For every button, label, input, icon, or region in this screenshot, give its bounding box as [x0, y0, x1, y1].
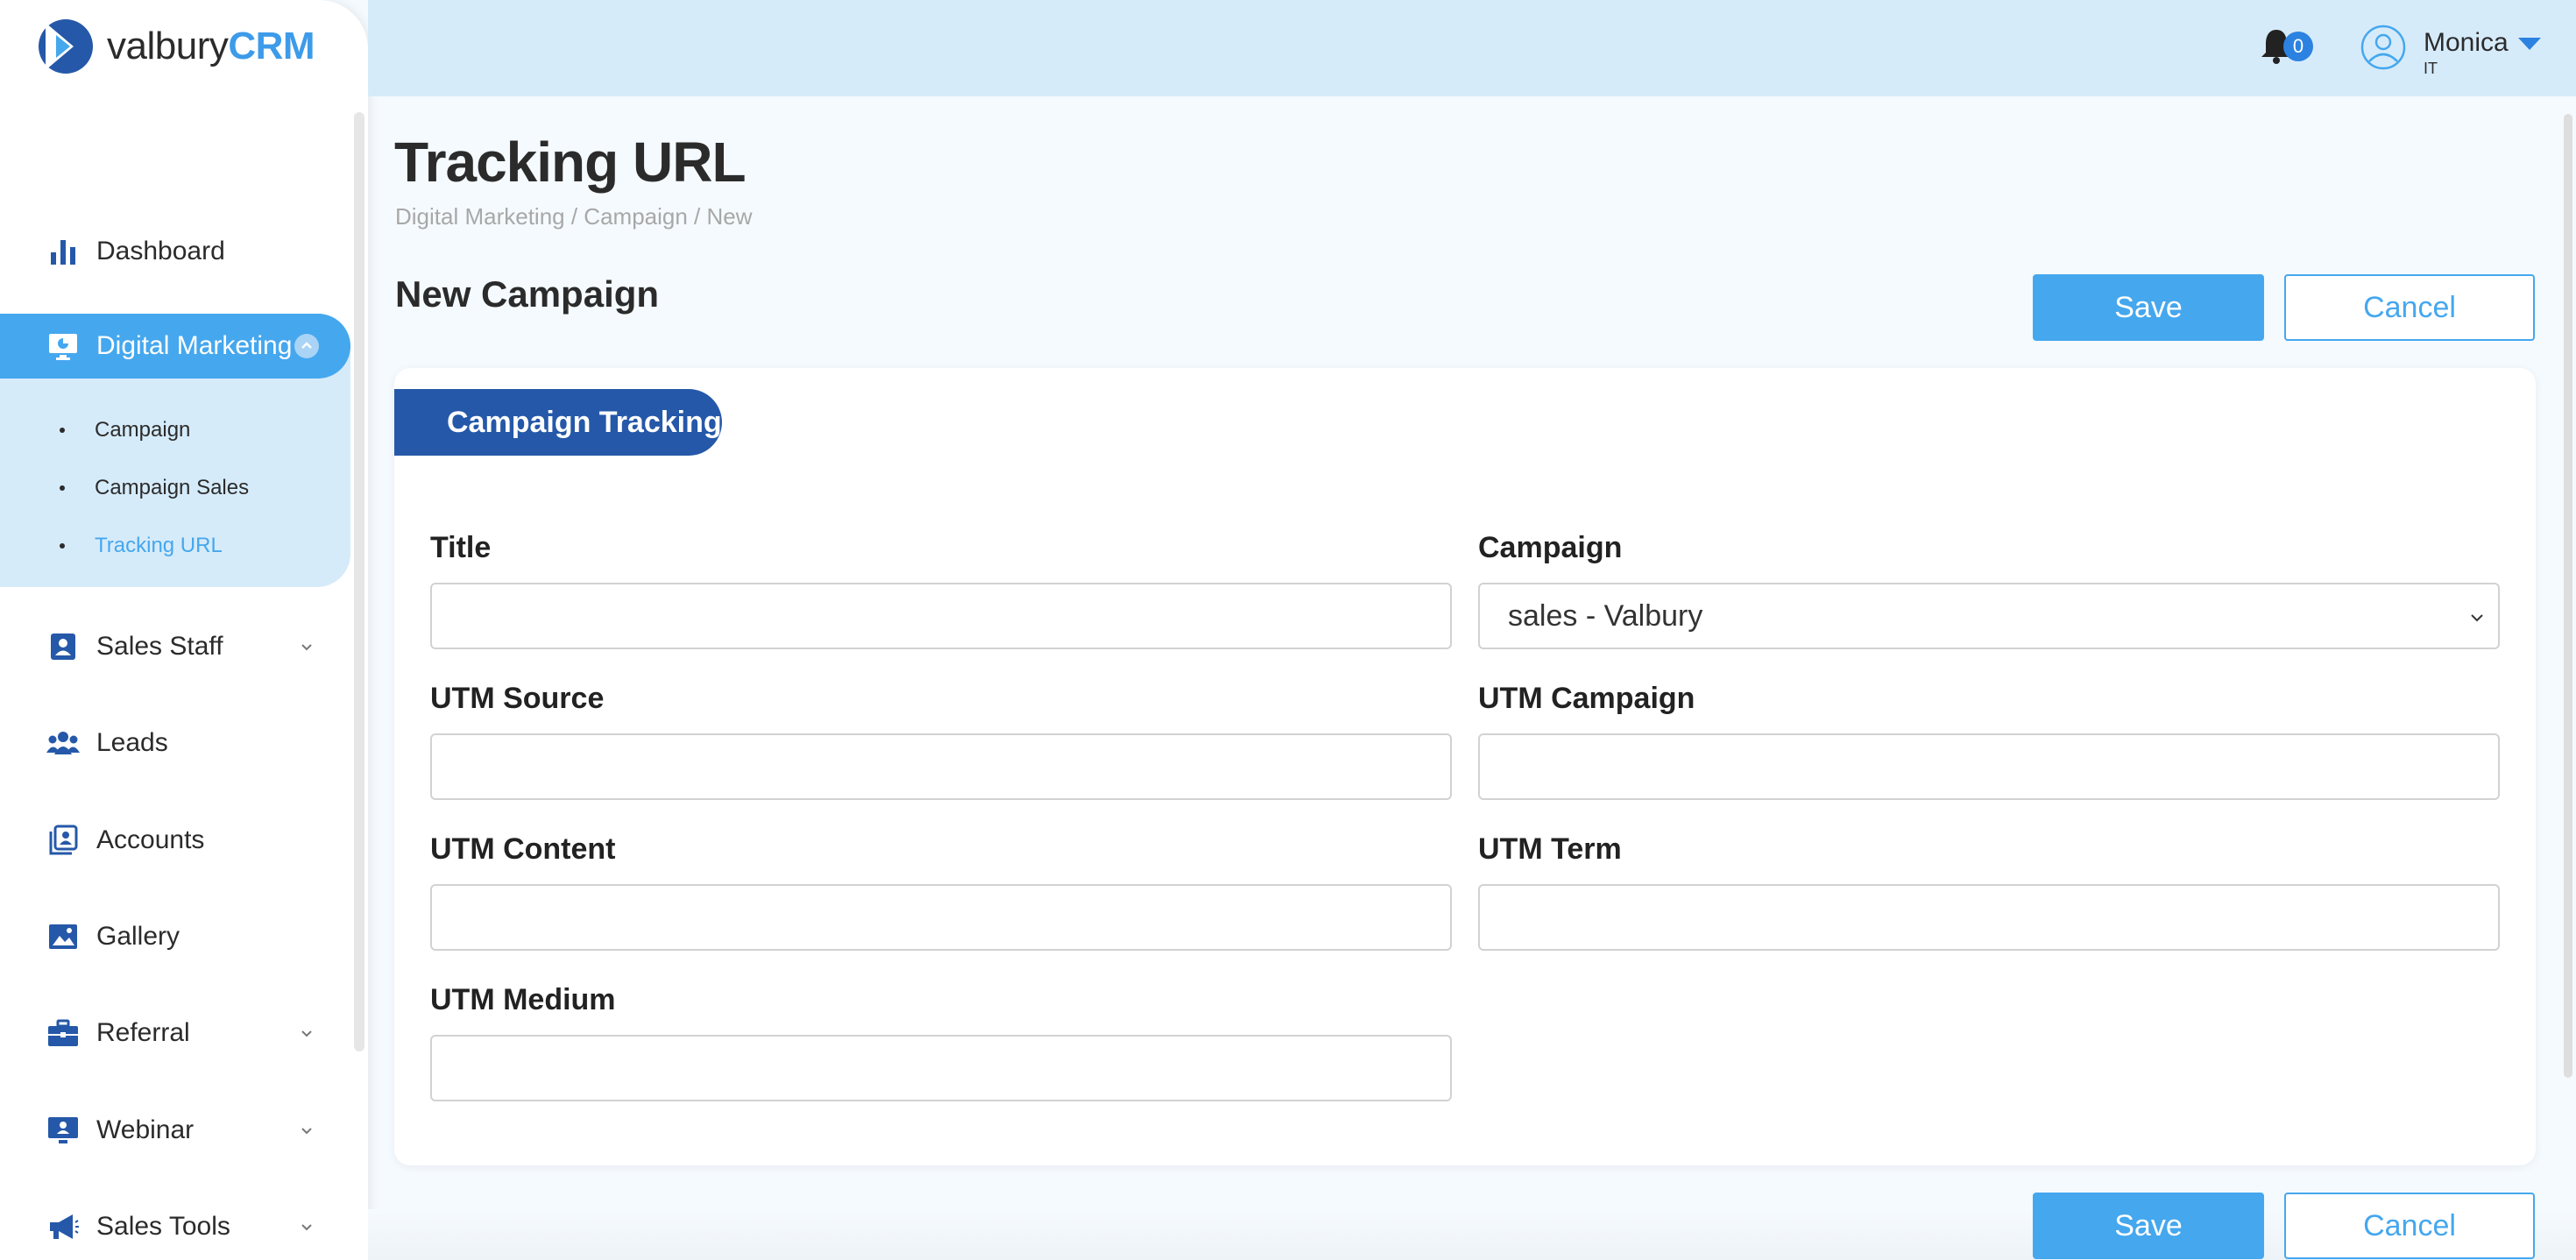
sidebar-item-leads[interactable]: Leads [0, 711, 350, 775]
sidebar-item-dashboard[interactable]: Dashboard [0, 219, 350, 284]
sidebar-scrollbar[interactable] [354, 112, 364, 1051]
utm-medium-label: UTM Medium [430, 983, 616, 1016]
utm-term-label: UTM Term [1478, 832, 1622, 866]
chevron-up-icon[interactable] [294, 334, 319, 358]
user-avatar-icon[interactable] [2360, 25, 2406, 70]
breadcrumb[interactable]: Digital Marketing / Campaign / New [395, 203, 753, 230]
tab-campaign-tracking[interactable]: Campaign Tracking [394, 389, 722, 456]
utm-content-field[interactable] [430, 884, 1452, 951]
sidebar-item-gallery[interactable]: Gallery [0, 904, 350, 969]
campaign-label: Campaign [1478, 531, 1623, 564]
save-button[interactable]: Save [2033, 274, 2264, 341]
sidebar-item-digital-marketing[interactable]: Digital Marketing [0, 314, 350, 379]
sidebar-item-label: Webinar [96, 1115, 195, 1144]
valbury-logo-icon [39, 19, 93, 74]
monitor-chart-icon [46, 329, 81, 364]
bullet-icon [60, 543, 65, 549]
sidebar-item-sales-tools[interactable]: Sales Tools [0, 1194, 350, 1259]
sidebar: valburyCRM Dashboard Digital Marketing C… [0, 0, 368, 1260]
utm-term-field[interactable] [1478, 884, 2500, 951]
user-role: IT [2424, 60, 2438, 77]
utm-source-label: UTM Source [430, 682, 605, 715]
utm-medium-field[interactable] [430, 1035, 1452, 1101]
megaphone-icon [46, 1209, 81, 1244]
sidebar-subitem-campaign-sales[interactable]: Campaign Sales [60, 471, 249, 506]
contact-card-icon [46, 629, 81, 664]
save-button-bottom[interactable]: Save [2033, 1193, 2264, 1259]
sidebar-item-label: Accounts [96, 825, 205, 854]
sidebar-item-webinar[interactable]: Webinar [0, 1098, 350, 1163]
cancel-button[interactable]: Cancel [2284, 274, 2535, 341]
user-name[interactable]: Monica [2424, 28, 2509, 58]
sidebar-item-label: Leads [96, 728, 168, 757]
chevron-down-icon[interactable] [294, 634, 319, 659]
sidebar-item-accounts[interactable]: Accounts [0, 808, 350, 873]
briefcase-icon [46, 1016, 81, 1051]
top-header [368, 0, 2576, 96]
bullet-icon [60, 428, 65, 433]
image-icon [46, 919, 81, 954]
users-group-icon [46, 726, 81, 761]
caret-down-icon[interactable] [2516, 35, 2543, 53]
presentation-icon [46, 1113, 81, 1148]
sidebar-item-label: Sales Tools [96, 1212, 230, 1241]
page-title: Tracking URL [394, 131, 747, 194]
chevron-down-icon[interactable] [294, 1214, 319, 1239]
chevron-down-icon[interactable] [294, 1021, 319, 1045]
sidebar-item-label: Referral [96, 1018, 190, 1047]
main-scrollbar[interactable] [2564, 114, 2572, 1078]
section-title: New Campaign [395, 273, 660, 315]
sidebar-item-referral[interactable]: Referral [0, 1001, 350, 1065]
title-field[interactable] [430, 583, 1452, 649]
sidebar-item-label: Digital Marketing [96, 331, 293, 360]
title-label: Title [430, 531, 492, 564]
brand-name: valburyCRM [107, 25, 315, 67]
bar-chart-icon [46, 234, 81, 269]
campaign-select[interactable]: sales - Valbury [1478, 583, 2500, 649]
chevron-down-icon [2471, 614, 2483, 622]
sidebar-group-digital-marketing: Digital Marketing Campaign Campaign Sale… [0, 314, 350, 587]
utm-campaign-label: UTM Campaign [1478, 682, 1695, 715]
accounts-icon [46, 823, 81, 858]
utm-campaign-field[interactable] [1478, 733, 2500, 800]
sidebar-subitem-label: Campaign Sales [95, 476, 250, 499]
sidebar-item-label: Gallery [96, 922, 180, 951]
utm-content-label: UTM Content [430, 832, 616, 866]
sidebar-subitem-tracking-url[interactable]: Tracking URL [60, 528, 223, 563]
sidebar-item-label: Dashboard [96, 237, 225, 265]
utm-source-field[interactable] [430, 733, 1452, 800]
campaign-select-value: sales - Valbury [1508, 598, 1703, 633]
sidebar-item-label: Sales Staff [96, 632, 223, 661]
notification-badge[interactable]: 0 [2283, 32, 2313, 61]
cancel-button-bottom[interactable]: Cancel [2284, 1193, 2535, 1259]
sidebar-subitem-campaign[interactable]: Campaign [60, 413, 190, 448]
chevron-down-icon[interactable] [294, 1118, 319, 1143]
brand-logo[interactable]: valburyCRM [37, 18, 315, 75]
sidebar-item-sales-staff[interactable]: Sales Staff [0, 614, 350, 679]
bullet-icon [60, 485, 65, 491]
sidebar-subitem-label: Campaign [95, 418, 191, 442]
sidebar-subitem-label: Tracking URL [95, 534, 223, 557]
